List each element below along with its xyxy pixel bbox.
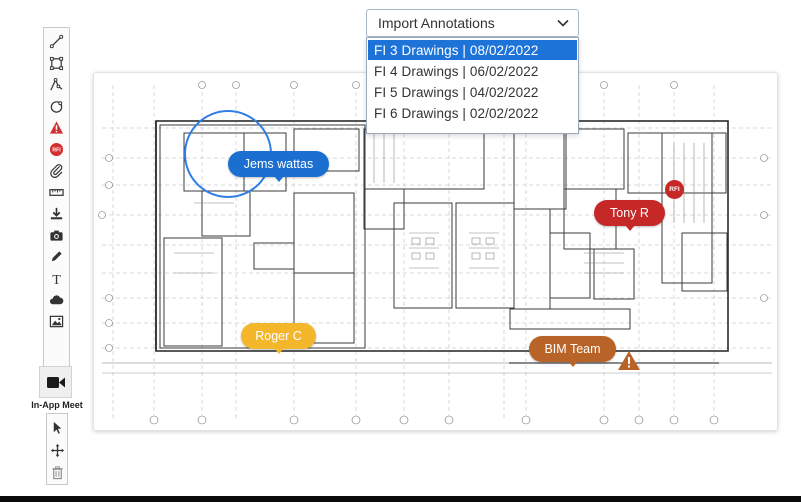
cloud-icon[interactable] (46, 289, 67, 311)
option-fi-6[interactable]: FI 6 Drawings | 02/02/2022 (368, 103, 577, 123)
annotation-bim-team[interactable]: BIM Team (529, 336, 616, 367)
in-app-meet-button[interactable] (39, 366, 72, 398)
import-annotations-options: FI 3 Drawings | 08/02/2022 FI 4 Drawings… (366, 37, 579, 134)
move-icon[interactable] (47, 439, 67, 462)
rectangle-icon[interactable] (46, 53, 67, 75)
ruler-icon[interactable] (46, 182, 67, 204)
trash-icon[interactable] (47, 461, 67, 484)
paperclip-icon[interactable] (46, 160, 67, 182)
chevron-down-icon (557, 19, 569, 27)
annotation-tony-r[interactable]: Tony R (594, 200, 665, 231)
warning-marker-icon[interactable] (617, 350, 641, 371)
annotation-roger-c[interactable]: Roger C (241, 323, 316, 354)
svg-text:T: T (52, 272, 61, 286)
download-icon[interactable] (46, 203, 67, 225)
camera-icon[interactable] (46, 225, 67, 247)
option-fi-5[interactable]: FI 5 Drawings | 04/02/2022 (368, 82, 577, 102)
video-camera-icon (46, 376, 65, 388)
image-icon[interactable] (46, 311, 67, 333)
option-fi-3[interactable]: FI 3 Drawings | 08/02/2022 (368, 40, 577, 60)
svg-text:RFI: RFI (52, 147, 61, 153)
annotation-jems-wattas[interactable]: Jems wattas (228, 151, 329, 182)
line-icon[interactable] (46, 31, 67, 53)
annotation-toolbar: RFI T (43, 27, 70, 371)
in-app-meet-label: In-App Meet (31, 400, 83, 410)
import-annotations-label: Import Annotations (378, 15, 495, 31)
pointer-icon[interactable] (47, 416, 67, 439)
text-icon[interactable]: T (46, 268, 67, 290)
polyline-icon[interactable] (46, 74, 67, 96)
option-fi-4[interactable]: FI 4 Drawings | 06/02/2022 (368, 61, 577, 81)
import-annotations-select[interactable]: Import Annotations (366, 9, 579, 37)
rfi-marker[interactable]: RFI (665, 180, 684, 199)
circle-icon[interactable] (46, 96, 67, 118)
rfi-icon[interactable]: RFI (46, 139, 67, 161)
app-stage: RFI T In-App Meet Jems wattas RFI Tony R… (0, 0, 801, 502)
pencil-icon[interactable] (46, 246, 67, 268)
navigation-toolbar (46, 413, 68, 485)
warning-icon[interactable] (46, 117, 67, 139)
